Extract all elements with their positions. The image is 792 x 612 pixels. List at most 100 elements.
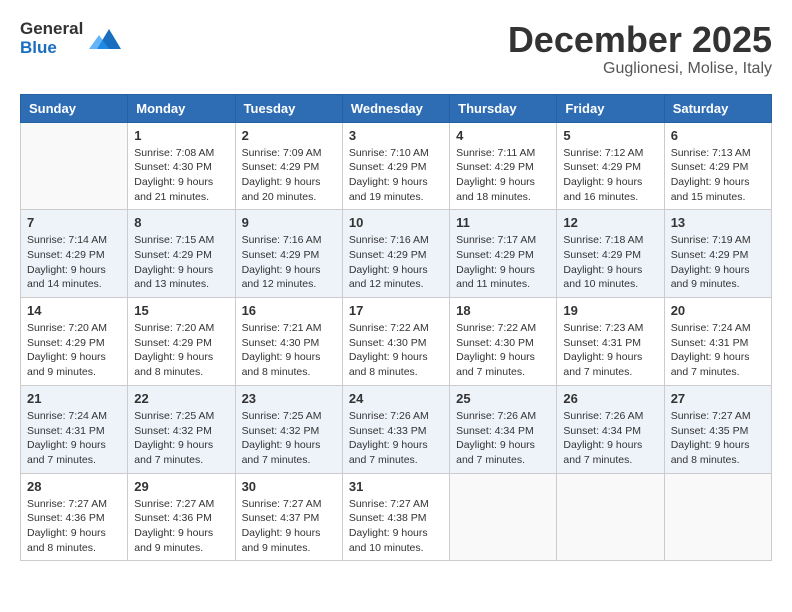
weekday-header-tuesday: Tuesday — [235, 94, 342, 122]
day-info: Sunrise: 7:19 AMSunset: 4:29 PMDaylight:… — [671, 233, 765, 292]
calendar-cell: 24 Sunrise: 7:26 AMSunset: 4:33 PMDayligh… — [342, 385, 449, 473]
day-number: 19 — [563, 303, 657, 318]
day-info: Sunrise: 7:26 AMSunset: 4:34 PMDaylight:… — [456, 409, 550, 468]
calendar-cell: 13 Sunrise: 7:19 AMSunset: 4:29 PMDayligh… — [664, 210, 771, 298]
day-number: 8 — [134, 215, 228, 230]
calendar-cell: 14 Sunrise: 7:20 AMSunset: 4:29 PMDayligh… — [21, 298, 128, 386]
calendar-cell: 12Sunrise: 7:18 AMSunset: 4:29 PMDayligh… — [557, 210, 664, 298]
day-info: Sunrise: 7:26 AMSunset: 4:34 PMDaylight:… — [563, 409, 657, 468]
day-info: Sunrise: 7:10 AMSunset: 4:29 PMDaylight:… — [349, 146, 443, 205]
logo: General Blue — [20, 20, 121, 57]
calendar-cell: 3 Sunrise: 7:10 AMSunset: 4:29 PMDaylight… — [342, 122, 449, 210]
day-number: 13 — [671, 215, 765, 230]
day-info: Sunrise: 7:21 AMSunset: 4:30 PMDaylight:… — [242, 321, 336, 380]
day-number: 24 — [349, 391, 443, 406]
day-info: Sunrise: 7:08 AMSunset: 4:30 PMDaylight:… — [134, 146, 228, 205]
weekday-header-monday: Monday — [128, 94, 235, 122]
location-title: Guglionesi, Molise, Italy — [508, 60, 772, 78]
day-number: 30 — [242, 479, 336, 494]
calendar-cell: 18 Sunrise: 7:22 AMSunset: 4:30 PMDayligh… — [450, 298, 557, 386]
day-number: 14 — [27, 303, 121, 318]
calendar-cell: 6 Sunrise: 7:13 AMSunset: 4:29 PMDaylight… — [664, 122, 771, 210]
day-info: Sunrise: 7:14 AMSunset: 4:29 PMDaylight:… — [27, 233, 121, 292]
day-number: 21 — [27, 391, 121, 406]
calendar-week-row: 7 Sunrise: 7:14 AMSunset: 4:29 PMDaylight… — [21, 210, 772, 298]
calendar-cell: 20 Sunrise: 7:24 AMSunset: 4:31 PMDayligh… — [664, 298, 771, 386]
day-info: Sunrise: 7:27 AMSunset: 4:37 PMDaylight:… — [242, 497, 336, 556]
calendar-cell: 9 Sunrise: 7:16 AMSunset: 4:29 PMDaylight… — [235, 210, 342, 298]
day-number: 11 — [456, 215, 550, 230]
day-number: 29 — [134, 479, 228, 494]
calendar-cell: 28 Sunrise: 7:27 AMSunset: 4:36 PMDayligh… — [21, 473, 128, 561]
calendar-cell: 25 Sunrise: 7:26 AMSunset: 4:34 PMDayligh… — [450, 385, 557, 473]
calendar-cell: 2Sunrise: 7:09 AMSunset: 4:29 PMDaylight… — [235, 122, 342, 210]
day-number: 25 — [456, 391, 550, 406]
logo-icon — [89, 25, 121, 53]
day-number: 9 — [242, 215, 336, 230]
calendar-cell: 30 Sunrise: 7:27 AMSunset: 4:37 PMDayligh… — [235, 473, 342, 561]
calendar-cell: 15Sunrise: 7:20 AMSunset: 4:29 PMDayligh… — [128, 298, 235, 386]
day-info: Sunrise: 7:25 AMSunset: 4:32 PMDaylight:… — [242, 409, 336, 468]
day-info: Sunrise: 7:20 AMSunset: 4:29 PMDaylight:… — [27, 321, 121, 380]
day-number: 31 — [349, 479, 443, 494]
day-info: Sunrise: 7:24 AMSunset: 4:31 PMDaylight:… — [671, 321, 765, 380]
day-number: 23 — [242, 391, 336, 406]
page-header: General Blue December 2025 Guglionesi, M… — [20, 20, 772, 78]
calendar-cell: 16Sunrise: 7:21 AMSunset: 4:30 PMDayligh… — [235, 298, 342, 386]
day-number: 6 — [671, 128, 765, 143]
day-number: 20 — [671, 303, 765, 318]
calendar-cell — [664, 473, 771, 561]
day-number: 2 — [242, 128, 336, 143]
day-info: Sunrise: 7:25 AMSunset: 4:32 PMDaylight:… — [134, 409, 228, 468]
day-info: Sunrise: 7:27 AMSunset: 4:36 PMDaylight:… — [27, 497, 121, 556]
day-number: 17 — [349, 303, 443, 318]
day-info: Sunrise: 7:22 AMSunset: 4:30 PMDaylight:… — [456, 321, 550, 380]
calendar-cell: 19Sunrise: 7:23 AMSunset: 4:31 PMDayligh… — [557, 298, 664, 386]
day-number: 15 — [134, 303, 228, 318]
calendar-cell: 26 Sunrise: 7:26 AMSunset: 4:34 PMDayligh… — [557, 385, 664, 473]
day-info: Sunrise: 7:16 AMSunset: 4:29 PMDaylight:… — [349, 233, 443, 292]
day-info: Sunrise: 7:13 AMSunset: 4:29 PMDaylight:… — [671, 146, 765, 205]
calendar-cell: 7 Sunrise: 7:14 AMSunset: 4:29 PMDaylight… — [21, 210, 128, 298]
calendar-cell: 1 Sunrise: 7:08 AMSunset: 4:30 PMDaylight… — [128, 122, 235, 210]
day-number: 5 — [563, 128, 657, 143]
weekday-header-thursday: Thursday — [450, 94, 557, 122]
calendar-week-row: 28 Sunrise: 7:27 AMSunset: 4:36 PMDayligh… — [21, 473, 772, 561]
day-number: 3 — [349, 128, 443, 143]
day-number: 18 — [456, 303, 550, 318]
weekday-header-row: SundayMondayTuesdayWednesdayThursdayFrid… — [21, 94, 772, 122]
weekday-header-sunday: Sunday — [21, 94, 128, 122]
day-number: 1 — [134, 128, 228, 143]
logo-blue: Blue — [20, 39, 83, 58]
calendar-cell: 21Sunrise: 7:24 AMSunset: 4:31 PMDayligh… — [21, 385, 128, 473]
calendar-cell: 8 Sunrise: 7:15 AMSunset: 4:29 PMDaylight… — [128, 210, 235, 298]
day-number: 28 — [27, 479, 121, 494]
weekday-header-wednesday: Wednesday — [342, 94, 449, 122]
weekday-header-friday: Friday — [557, 94, 664, 122]
day-info: Sunrise: 7:27 AMSunset: 4:38 PMDaylight:… — [349, 497, 443, 556]
day-info: Sunrise: 7:18 AMSunset: 4:29 PMDaylight:… — [563, 233, 657, 292]
day-number: 22 — [134, 391, 228, 406]
calendar-cell — [450, 473, 557, 561]
day-info: Sunrise: 7:17 AMSunset: 4:29 PMDaylight:… — [456, 233, 550, 292]
day-info: Sunrise: 7:27 AMSunset: 4:35 PMDaylight:… — [671, 409, 765, 468]
weekday-header-saturday: Saturday — [664, 94, 771, 122]
calendar-week-row: 1 Sunrise: 7:08 AMSunset: 4:30 PMDaylight… — [21, 122, 772, 210]
day-info: Sunrise: 7:16 AMSunset: 4:29 PMDaylight:… — [242, 233, 336, 292]
calendar-cell: 27 Sunrise: 7:27 AMSunset: 4:35 PMDayligh… — [664, 385, 771, 473]
day-info: Sunrise: 7:15 AMSunset: 4:29 PMDaylight:… — [134, 233, 228, 292]
day-info: Sunrise: 7:22 AMSunset: 4:30 PMDaylight:… — [349, 321, 443, 380]
calendar-week-row: 14 Sunrise: 7:20 AMSunset: 4:29 PMDayligh… — [21, 298, 772, 386]
calendar-cell: 23 Sunrise: 7:25 AMSunset: 4:32 PMDayligh… — [235, 385, 342, 473]
logo-general: General — [20, 20, 83, 39]
day-number: 27 — [671, 391, 765, 406]
day-number: 4 — [456, 128, 550, 143]
calendar-cell: 22 Sunrise: 7:25 AMSunset: 4:32 PMDayligh… — [128, 385, 235, 473]
day-info: Sunrise: 7:11 AMSunset: 4:29 PMDaylight:… — [456, 146, 550, 205]
day-number: 26 — [563, 391, 657, 406]
calendar-cell: 4 Sunrise: 7:11 AMSunset: 4:29 PMDaylight… — [450, 122, 557, 210]
calendar-cell: 29Sunrise: 7:27 AMSunset: 4:36 PMDayligh… — [128, 473, 235, 561]
day-number: 7 — [27, 215, 121, 230]
day-info: Sunrise: 7:26 AMSunset: 4:33 PMDaylight:… — [349, 409, 443, 468]
calendar-cell: 17 Sunrise: 7:22 AMSunset: 4:30 PMDayligh… — [342, 298, 449, 386]
